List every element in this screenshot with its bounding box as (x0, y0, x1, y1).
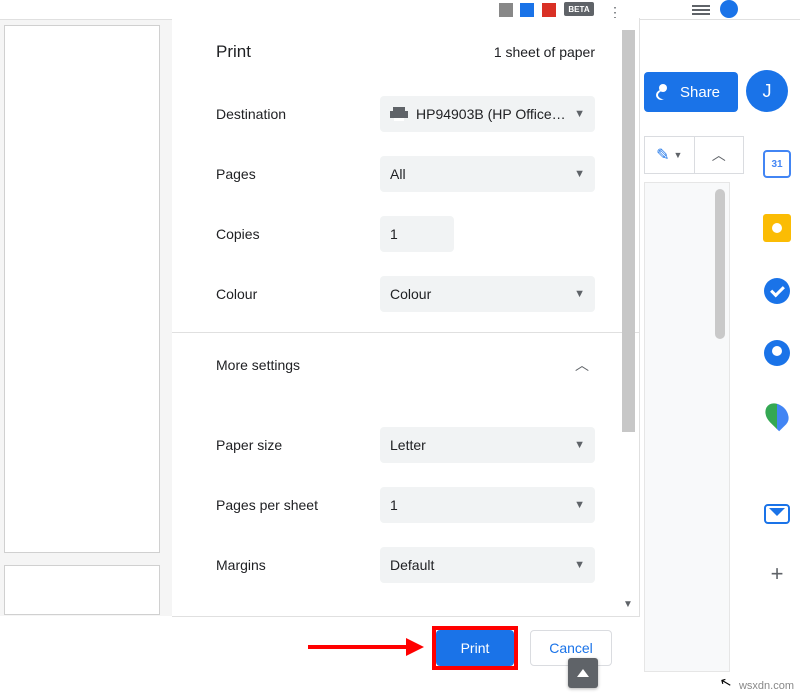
maps-icon[interactable] (761, 399, 794, 432)
scroll-down-icon[interactable]: ▼ (623, 599, 633, 610)
extension-icon[interactable] (499, 3, 513, 17)
explore-button[interactable] (568, 658, 598, 688)
more-settings-label: More settings (216, 357, 300, 373)
chevron-down-icon: ▼ (673, 150, 682, 160)
preview-page (4, 565, 160, 615)
pages-per-sheet-label: Pages per sheet (216, 497, 380, 513)
add-addon-icon[interactable]: + (763, 560, 791, 588)
chevron-up-icon: ︿ (712, 145, 726, 165)
colour-value: Colour (390, 286, 431, 302)
copies-label: Copies (216, 226, 380, 242)
paper-size-value: Letter (390, 437, 426, 453)
keep-icon[interactable] (763, 214, 791, 242)
document-canvas (644, 182, 730, 672)
pages-dropdown[interactable]: All ▼ (380, 156, 595, 192)
watermark: wsxdn.com (739, 680, 794, 692)
printer-icon (390, 107, 408, 121)
pages-per-sheet-row: Pages per sheet 1 ▼ (216, 475, 595, 535)
cursor-icon: ↖ (718, 673, 734, 692)
colour-row: Colour Colour ▼ (216, 264, 595, 324)
chevron-down-icon: ▼ (574, 499, 585, 511)
tasks-icon[interactable] (764, 278, 790, 304)
mail-icon[interactable] (764, 504, 790, 524)
margins-label: Margins (216, 557, 380, 573)
destination-value: HP94903B (HP Office… (416, 106, 566, 122)
calendar-icon[interactable]: 31 (763, 150, 791, 178)
dialog-title: Print (216, 42, 251, 62)
copies-input[interactable] (380, 216, 454, 252)
hamburger-icon[interactable] (692, 3, 710, 15)
share-button[interactable]: Share (644, 72, 738, 112)
chevron-up-icon: ︿ (569, 352, 595, 378)
destination-dropdown[interactable]: HP94903B (HP Office… ▼ (380, 96, 595, 132)
editing-mode-toolbar: ✎ ▼ ︿ (644, 136, 744, 174)
share-label: Share (680, 84, 720, 101)
highlight-box: Print (432, 626, 518, 670)
beta-badge: BETA (564, 2, 594, 16)
chevron-down-icon: ▼ (574, 168, 585, 180)
chevron-down-icon: ▼ (574, 559, 585, 571)
scrollbar-thumb[interactable] (622, 30, 635, 432)
side-panel: 31 + (754, 150, 800, 690)
copies-row: Copies (216, 204, 595, 264)
pages-row: Pages All ▼ (216, 144, 595, 204)
margins-value: Default (390, 557, 434, 573)
paper-size-row: Paper size Letter ▼ (216, 415, 595, 475)
sheet-count: 1 sheet of paper (494, 44, 595, 60)
margins-dropdown[interactable]: Default ▼ (380, 547, 595, 583)
pages-label: Pages (216, 166, 380, 182)
colour-dropdown[interactable]: Colour ▼ (380, 276, 595, 312)
scrollbar-thumb[interactable] (715, 189, 725, 339)
print-button[interactable]: Print (436, 630, 514, 666)
destination-row: Destination HP94903B (HP Office… ▼ (216, 84, 595, 144)
dialog-scrollbar[interactable]: ▼ (622, 30, 635, 608)
pages-per-sheet-value: 1 (390, 497, 398, 513)
extension-icon[interactable] (520, 3, 534, 17)
chevron-down-icon: ▼ (574, 108, 585, 120)
paper-size-dropdown[interactable]: Letter ▼ (380, 427, 595, 463)
editing-mode-button[interactable]: ✎ ▼ (645, 137, 695, 173)
pages-value: All (390, 166, 406, 182)
share-icon (656, 84, 672, 100)
chevron-down-icon: ▼ (574, 439, 585, 451)
margins-row: Margins Default ▼ (216, 535, 595, 595)
more-settings-toggle[interactable]: More settings ︿ (216, 333, 595, 397)
account-avatar[interactable]: J (746, 70, 788, 112)
extension-icon[interactable] (542, 3, 556, 17)
browser-toolbar: BETA ⋮ (0, 0, 800, 20)
colour-label: Colour (216, 286, 380, 302)
preview-page (4, 25, 160, 553)
contacts-icon[interactable] (764, 340, 790, 366)
print-preview-pane (0, 20, 172, 616)
destination-label: Destination (216, 106, 380, 122)
print-dialog: Print 1 sheet of paper Destination HP949… (172, 18, 640, 616)
pencil-icon: ✎ (656, 145, 669, 165)
paper-size-label: Paper size (216, 437, 380, 453)
collapse-button[interactable]: ︿ (695, 137, 744, 173)
chevron-down-icon: ▼ (574, 288, 585, 300)
pages-per-sheet-dropdown[interactable]: 1 ▼ (380, 487, 595, 523)
profile-avatar-icon[interactable] (720, 0, 738, 18)
